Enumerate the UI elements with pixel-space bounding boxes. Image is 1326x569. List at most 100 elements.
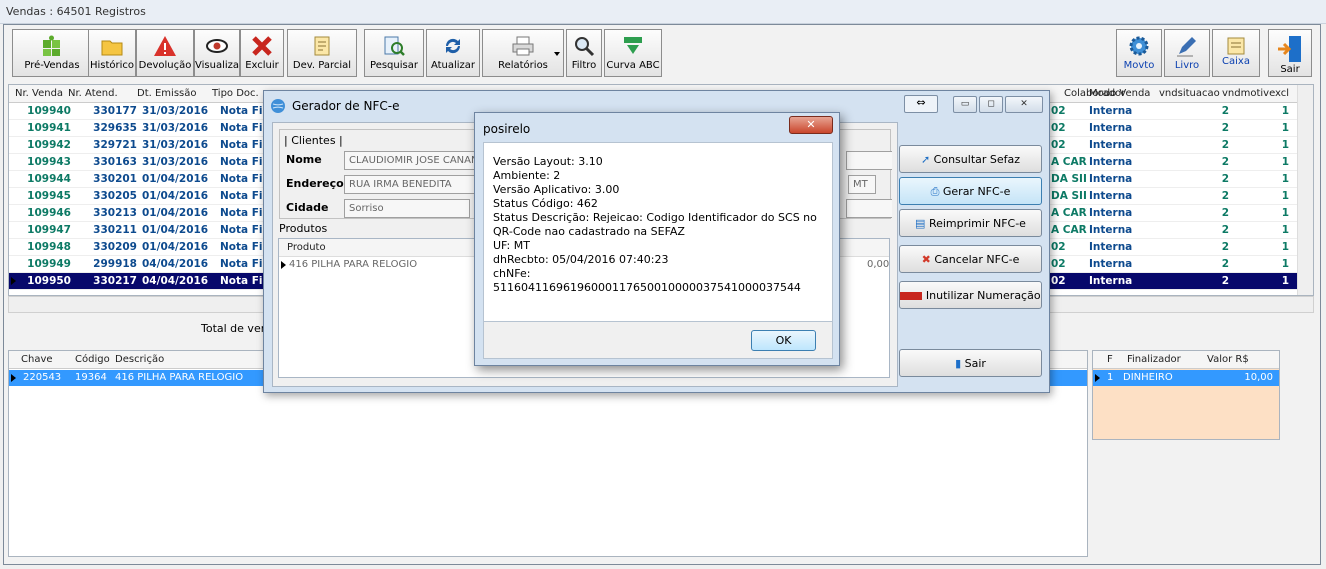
close-icon[interactable]: ✕	[1005, 96, 1043, 113]
consultar-sefaz-button[interactable]: ➚ Consultar Sefaz	[899, 145, 1042, 173]
dev-parcial-button[interactable]: Dev. Parcial	[287, 29, 357, 77]
cell-data: 01/04/2016	[142, 207, 209, 219]
movto-button[interactable]: Movto	[1116, 29, 1162, 77]
col-nr-atend[interactable]: Nr. Atend.	[68, 88, 118, 99]
pesquisar-button[interactable]: Pesquisar	[364, 29, 424, 77]
relatorios-button[interactable]: Relatórios	[482, 29, 564, 77]
cell-motiv: 1	[1281, 173, 1289, 185]
cell-sit: 2	[1221, 258, 1229, 270]
cell-colab: 02	[1051, 139, 1066, 151]
reimprimir-nfce-button[interactable]: ▤ Reimprimir NFC-e	[899, 209, 1042, 237]
message-dialog-title: posirelo	[483, 122, 531, 136]
inutilizar-numeracao-button[interactable]: Inutilizar Numeração	[899, 281, 1042, 309]
col-codigo[interactable]: Código	[75, 354, 110, 365]
message-line: UF: MT	[493, 239, 530, 252]
cell-data: 04/04/2016	[142, 258, 209, 270]
atualizar-button[interactable]: Atualizar	[426, 29, 480, 77]
toolbar: Pré-Vendas Histórico Devolução Visualiza…	[8, 29, 1320, 79]
minimize-icon[interactable]: ▭	[953, 96, 977, 113]
cell-motiv: 1	[1281, 207, 1289, 219]
col-vndmotivexcl[interactable]: vndmotivexcl	[1222, 88, 1289, 99]
close-icon[interactable]: ✕	[789, 116, 833, 134]
cidade-field-right[interactable]	[846, 199, 892, 218]
message-footer: OK	[483, 322, 833, 359]
reimprimir-nfce-label: Reimprimir NFC-e	[928, 217, 1026, 230]
col-produto[interactable]: Produto	[287, 242, 326, 253]
devolucao-button[interactable]: Devolução	[136, 29, 194, 77]
nfce-sair-button[interactable]: ▮ Sair	[899, 349, 1042, 377]
maximize-icon[interactable]: ◻	[979, 96, 1003, 113]
uf-field[interactable]: MT	[848, 175, 876, 194]
cell-atend: 330163	[93, 156, 137, 168]
cell-modo: Interna	[1089, 173, 1133, 185]
chart-icon	[624, 37, 642, 54]
clientes-label: Clientes	[291, 134, 336, 147]
excluir-button[interactable]: Excluir	[240, 29, 284, 77]
caixa-button[interactable]: Caixa	[1212, 29, 1260, 77]
cell-motiv: 1	[1281, 224, 1289, 236]
produtos-label: Produtos	[279, 222, 328, 235]
nome-field-right[interactable]	[846, 151, 892, 170]
cell-colab: A CARI	[1051, 156, 1087, 168]
visualizar-button[interactable]: Visualizar	[194, 29, 240, 77]
cell-sit: 2	[1221, 173, 1229, 185]
sair-button[interactable]: Sair	[1268, 29, 1312, 77]
gear-icon	[1129, 36, 1149, 56]
cell-motiv: 1	[1281, 122, 1289, 134]
message-line: QR-Code nao cadastrado na SEFAZ	[493, 225, 685, 238]
cancelar-nfce-button[interactable]: ✖ Cancelar NFC-e	[899, 245, 1042, 273]
col-descricao[interactable]: Descrição	[115, 354, 164, 365]
col-modo-venda[interactable]: Modo Venda	[1089, 88, 1150, 99]
exit-door-icon	[1278, 36, 1301, 62]
cell-venda: 109943	[27, 156, 71, 168]
endereco-label: Endereço	[286, 177, 344, 190]
nome-field[interactable]: CLAUDIOMIR JOSE CANAN	[344, 151, 492, 170]
cell-data: 01/04/2016	[142, 190, 209, 202]
message-line: Status Código: 462	[493, 197, 598, 210]
col-finalizador[interactable]: Finalizador	[1127, 354, 1181, 365]
col-chave[interactable]: Chave	[21, 354, 53, 365]
red-bar-icon	[900, 292, 923, 300]
cell-venda: 109945	[27, 190, 71, 202]
cell-atend: 330213	[93, 207, 137, 219]
row-indicator-icon	[281, 261, 286, 269]
cell-modo: Interna	[1089, 207, 1133, 219]
cell-venda: 109942	[27, 139, 71, 151]
resize-arrows-icon[interactable]: ⇔	[904, 95, 938, 113]
pre-vendas-label: Pré-Vendas	[24, 60, 80, 71]
col-valor[interactable]: Valor R$	[1207, 354, 1249, 365]
curva-abc-button[interactable]: Curva ABC	[604, 29, 662, 77]
cell-motiv: 1	[1281, 258, 1289, 270]
historico-button[interactable]: Histórico	[88, 29, 136, 77]
gerar-nfce-label: Gerar NFC-e	[942, 185, 1011, 198]
filtro-button[interactable]: Filtro	[566, 29, 602, 77]
cell-venda: 109946	[27, 207, 71, 219]
gerar-nfce-button[interactable]: ⎙ Gerar NFC-e	[899, 177, 1042, 205]
cell-atend: 329635	[93, 122, 137, 134]
col-dt-emissao[interactable]: Dt. Emissão	[137, 88, 196, 99]
cell-motiv: 1	[1281, 275, 1289, 287]
cell-motiv: 1	[1281, 139, 1289, 151]
cidade-field[interactable]: Sorriso	[344, 199, 470, 218]
grid-vertical-scrollbar[interactable]	[1297, 85, 1313, 295]
ok-button[interactable]: OK	[751, 330, 816, 351]
message-line: dhRecbto: 05/04/2016 07:40:23	[493, 253, 669, 266]
col-nr-venda[interactable]: Nr. Venda	[15, 88, 63, 99]
endereco-field[interactable]: RUA IRMA BENEDITA	[344, 175, 492, 194]
livro-button[interactable]: Livro	[1164, 29, 1210, 77]
pre-vendas-button[interactable]: Pré-Vendas	[12, 29, 92, 77]
cell-data: 01/04/2016	[142, 224, 209, 236]
col-f[interactable]: F	[1107, 354, 1113, 365]
finalizador-row[interactable]: 1 DINHEIRO 10,00	[1093, 370, 1279, 386]
printer-small-icon: ⎙	[930, 185, 940, 198]
finalizador-nome: DINHEIRO	[1123, 372, 1173, 383]
cell-sit: 2	[1221, 241, 1229, 253]
col-tipo-doc[interactable]: Tipo Doc.	[212, 88, 259, 99]
cell-atend: 330211	[93, 224, 137, 236]
cell-data: 31/03/2016	[142, 139, 209, 151]
printer-icon	[512, 36, 534, 56]
dropdown-caret-icon	[554, 52, 560, 56]
cell-venda: 109950	[27, 275, 71, 287]
col-vndsituacao[interactable]: vndsituacao	[1159, 88, 1220, 99]
finalizador-grid[interactable]: F Finalizador Valor R$ 1 DINHEIRO 10,00	[1092, 350, 1280, 440]
